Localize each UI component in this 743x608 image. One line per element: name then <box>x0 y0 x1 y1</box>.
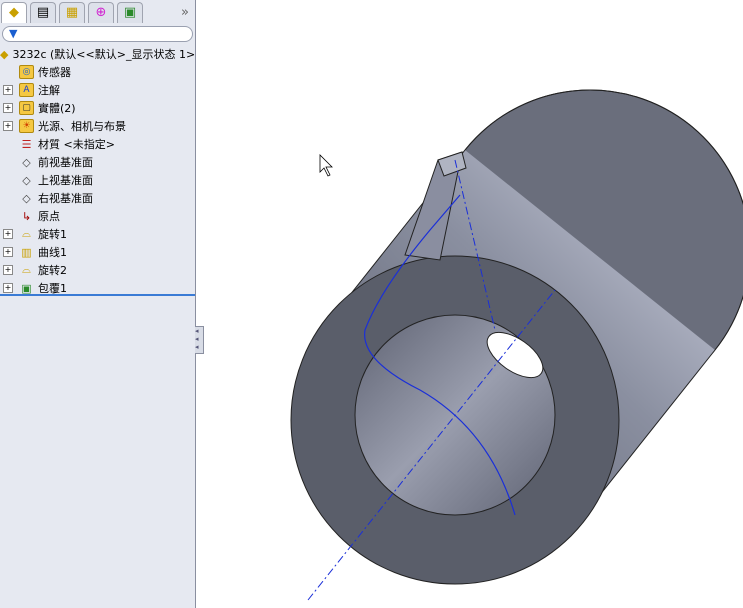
tree-item-label: 右视基准面 <box>38 192 93 205</box>
tree-item[interactable]: + A 注解 <box>0 81 195 99</box>
tree-item-label: 前视基准面 <box>38 156 93 169</box>
tree-item-label: 旋转1 <box>38 228 67 241</box>
property-icon: ▤ <box>36 5 50 20</box>
cylinder-part[interactable] <box>290 89 743 601</box>
part-icon: ◆ <box>9 5 19 20</box>
feature-manager-panel: ◆ ▤ ▦ ⊕ ▣ » ▼ ◆ 3232c (默认<<默认>_显示状态 1> ◎ 传… <box>0 0 196 608</box>
tree-item-label: 上视基准面 <box>38 174 93 187</box>
filter-icon: ▼ <box>9 27 18 40</box>
curve-icon: ▥ <box>21 245 32 259</box>
expand-icon[interactable]: + <box>3 265 13 275</box>
tab-feature-manager[interactable]: ◆ <box>1 1 27 23</box>
material-icon: ☰ <box>21 137 32 151</box>
config-icon: ▦ <box>65 5 79 20</box>
expand-icon[interactable]: + <box>3 283 13 293</box>
tree-item-label: 光源、相机与布景 <box>38 120 126 133</box>
rollback-bar[interactable] <box>0 294 195 296</box>
tree-item[interactable]: + ☀ 光源、相机与布景 <box>0 117 195 135</box>
annotation-icon: A <box>19 83 34 98</box>
display-icon: ▣ <box>123 5 137 20</box>
expand-icon[interactable]: + <box>3 121 13 131</box>
origin-icon: ↳ <box>21 209 32 223</box>
tree-item-label: 實體(2) <box>38 102 76 115</box>
tree-item-label: 材質 <未指定> <box>38 138 115 151</box>
tree-filter-input[interactable]: ▼ <box>2 26 193 42</box>
panel-tabs: ◆ ▤ ▦ ⊕ ▣ » <box>0 0 195 24</box>
tree-item[interactable]: + ⌓ 旋转1 <box>0 225 195 243</box>
tab-display-manager[interactable]: ▣ <box>117 1 143 23</box>
revolve-icon: ⌓ <box>22 263 31 276</box>
tree-item-label: 原点 <box>38 210 60 223</box>
part-icon: ◆ <box>0 47 9 61</box>
revolve-icon: ⌓ <box>22 227 31 240</box>
tree-item-label: 曲线1 <box>38 246 67 259</box>
tab-property-manager[interactable]: ▤ <box>30 1 56 23</box>
tab-dimxpert[interactable]: ⊕ <box>88 1 114 23</box>
tree-item[interactable]: ☰ 材質 <未指定> <box>0 135 195 153</box>
tree-item[interactable]: ◎ 传感器 <box>0 63 195 81</box>
graphics-viewport[interactable] <box>196 0 743 608</box>
tree-item-label: 注解 <box>38 84 60 97</box>
feature-tree: ◆ 3232c (默认<<默认>_显示状态 1> ◎ 传感器 + A 注解 + ▢ 實體(2) +… <box>0 45 195 297</box>
tree-root-label: 3232c (默认<<默认>_显示状态 1> <box>12 48 196 61</box>
tree-item[interactable]: + ▢ 實體(2) <box>0 99 195 117</box>
tree-item-label: 传感器 <box>38 66 71 79</box>
tab-configuration-manager[interactable]: ▦ <box>59 1 85 23</box>
tree-item[interactable]: + ⌓ 旋转2 <box>0 261 195 279</box>
expand-icon[interactable]: + <box>3 229 13 239</box>
more-tabs-button[interactable]: » <box>181 5 189 20</box>
expand-icon[interactable]: + <box>3 85 13 95</box>
tree-item[interactable]: ◇ 右视基准面 <box>0 189 195 207</box>
mouse-cursor-icon <box>319 154 333 177</box>
plane-icon: ◇ <box>22 173 31 187</box>
tree-item[interactable]: ◇ 上视基准面 <box>0 171 195 189</box>
plane-icon: ◇ <box>22 155 31 169</box>
sensor-icon: ◎ <box>19 65 34 80</box>
plane-icon: ◇ <box>22 191 31 205</box>
tree-item[interactable]: + ▥ 曲线1 <box>0 243 195 261</box>
lights-icon: ☀ <box>19 119 34 134</box>
solid-bodies-icon: ▢ <box>19 101 34 116</box>
tree-item[interactable]: ↳ 原点 <box>0 207 195 225</box>
target-icon: ⊕ <box>95 5 107 20</box>
tree-item-label: 旋转2 <box>38 264 67 277</box>
tree-item[interactable]: ◇ 前视基准面 <box>0 153 195 171</box>
expand-icon[interactable]: + <box>3 103 13 113</box>
tree-root[interactable]: ◆ 3232c (默认<<默认>_显示状态 1> <box>0 45 195 63</box>
expand-icon[interactable]: + <box>3 247 13 257</box>
